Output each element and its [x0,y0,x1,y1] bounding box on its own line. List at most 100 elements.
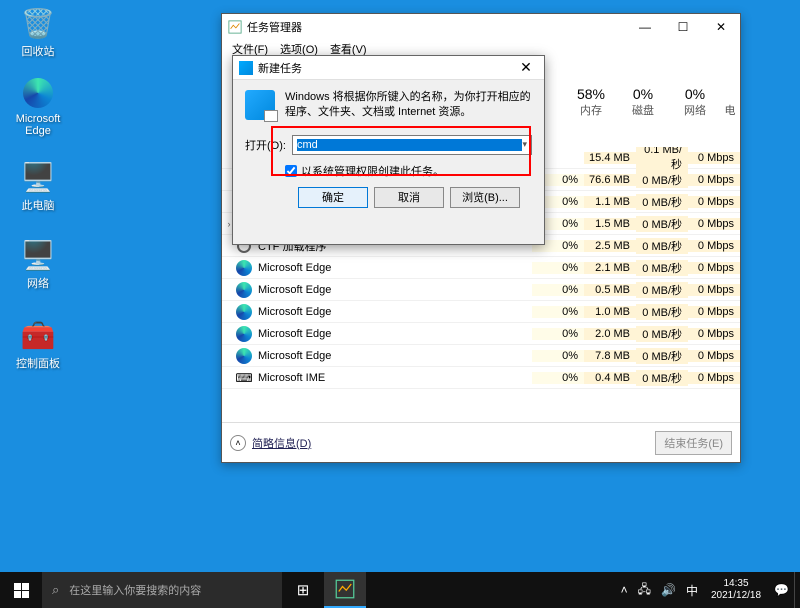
run-dialog: 新建任务 ✕ Windows 将根据你所键入的名称，为你打开相应的程序、文件夹、… [232,55,545,245]
run-dialog-titlebar[interactable]: 新建任务 ✕ [233,56,544,80]
desktop-icon-control-panel[interactable]: 🧰控制面板 [10,318,66,371]
cell-mem: 1.5 MB [584,218,636,230]
cell-mem: 0.4 MB [584,372,636,384]
task-manager-icon [335,579,355,599]
taskbar-app-taskmgr[interactable] [324,572,366,608]
run-dialog-title: 新建任务 [258,60,508,76]
taskbar-clock[interactable]: 14:352021/12/18 [703,578,769,602]
col-power[interactable]: 电 [721,84,739,120]
system-tray: ˄ 🖧 🔊 中 14:352021/12/18 💬 [616,572,800,608]
cell-cpu: 0% [532,328,584,340]
search-placeholder: 在这里输入你要搜索的内容 [69,582,201,598]
recycle-bin-icon: 🗑️ [21,6,55,40]
edge-icon [236,304,252,320]
cell-mem: 1.1 MB [584,196,636,208]
edge-icon [236,348,252,364]
open-label: 打开(O): [245,137,286,153]
end-task-button[interactable]: 结束任务(E) [655,431,732,455]
open-input[interactable] [297,139,523,151]
cell-net: 0 Mbps [688,174,740,186]
col-disk[interactable]: 0%磁盘 [617,84,669,120]
cell-disk: 0.1 MB/秒 [636,147,688,172]
notification-button[interactable]: 💬 [769,583,794,597]
cell-mem: 2.0 MB [584,328,636,340]
browse-button[interactable]: 浏览(B)... [450,187,520,208]
cell-mem: 7.8 MB [584,350,636,362]
process-name: Microsoft Edge [256,306,532,318]
network-icon: 🖥️ [21,238,55,272]
table-row[interactable]: Microsoft Edge0%1.0 MB0 MB/秒0 Mbps [222,301,740,323]
cell-cpu: 0% [532,284,584,296]
task-manager-titlebar[interactable]: 任务管理器 — ☐ ✕ [222,14,740,39]
task-manager-title: 任务管理器 [247,19,626,35]
admin-checkbox[interactable] [285,165,297,177]
process-name: Microsoft Edge [256,262,532,274]
show-desktop-button[interactable] [794,572,800,608]
cell-net: 0 Mbps [688,196,740,208]
tray-chevron-icon[interactable]: ˄ [616,583,633,597]
table-row[interactable]: Microsoft Edge0%0.5 MB0 MB/秒0 Mbps [222,279,740,301]
task-manager-footer: ˄ 简略信息(D) 结束任务(E) [222,422,740,462]
ime-icon: ⌨ [236,370,252,386]
table-row[interactable]: Microsoft Edge0%2.1 MB0 MB/秒0 Mbps [222,257,740,279]
cell-disk: 0 MB/秒 [636,348,688,364]
task-view-button[interactable]: ⊞ [282,572,324,608]
open-combobox[interactable]: ▾ [292,135,532,155]
cell-disk: 0 MB/秒 [636,216,688,232]
fewer-details-link[interactable]: 简略信息(D) [252,435,311,451]
collapse-icon[interactable]: ˄ [230,435,246,451]
windows-logo-icon [14,583,29,598]
col-network[interactable]: 0%网络 [669,84,721,120]
table-row[interactable]: ⌨Microsoft IME0%0.4 MB0 MB/秒0 Mbps [222,367,740,389]
cell-mem: 2.1 MB [584,262,636,274]
edge-icon [236,260,252,276]
cell-net: 0 Mbps [688,306,740,318]
edge-icon [236,326,252,342]
table-row[interactable]: Microsoft Edge0%7.8 MB0 MB/秒0 Mbps [222,345,740,367]
computer-icon: 🖥️ [21,160,55,194]
desktop-icon-edge[interactable]: Microsoft Edge [10,76,66,137]
desktop-icon-network[interactable]: 🖥️网络 [10,238,66,291]
cancel-button[interactable]: 取消 [374,187,444,208]
admin-label: 以系统管理权限创建此任务。 [301,163,444,179]
process-name: Microsoft Edge [256,350,532,362]
tray-network-icon[interactable]: 🖧 [633,580,656,601]
cell-disk: 0 MB/秒 [636,304,688,320]
maximize-button[interactable]: ☐ [664,14,702,39]
taskbar-search[interactable]: ⌕在这里输入你要搜索的内容 [42,572,282,608]
task-manager-icon [228,20,242,34]
cell-disk: 0 MB/秒 [636,172,688,188]
dropdown-icon[interactable]: ▾ [522,139,527,150]
run-close-button[interactable]: ✕ [508,56,544,80]
desktop-icon-recycle-bin[interactable]: 🗑️回收站 [10,6,66,59]
table-row[interactable]: Microsoft Edge0%2.0 MB0 MB/秒0 Mbps [222,323,740,345]
control-panel-icon: 🧰 [21,318,55,352]
edge-icon [236,282,252,298]
start-button[interactable] [0,572,42,608]
desktop-icon-this-pc[interactable]: 🖥️此电脑 [10,160,66,213]
cell-cpu: 0% [532,262,584,274]
cell-mem: 1.0 MB [584,306,636,318]
cell-disk: 0 MB/秒 [636,282,688,298]
tray-ime-icon[interactable]: 中 [681,582,703,599]
edge-icon [21,76,55,110]
cell-mem: 76.6 MB [584,174,636,186]
ok-button[interactable]: 确定 [298,187,368,208]
cell-net: 0 Mbps [688,152,740,164]
col-memory[interactable]: 58%内存 [565,84,617,120]
cell-disk: 0 MB/秒 [636,260,688,276]
cell-net: 0 Mbps [688,328,740,340]
cell-net: 0 Mbps [688,284,740,296]
minimize-button[interactable]: — [626,14,664,39]
cell-net: 0 Mbps [688,350,740,362]
column-headers: 58%内存 0%磁盘 0%网络 电 [565,84,739,120]
process-name: Microsoft Edge [256,328,532,340]
cell-cpu: 0% [532,372,584,384]
close-button[interactable]: ✕ [702,14,740,39]
cell-net: 0 Mbps [688,262,740,274]
tray-volume-icon[interactable]: 🔊 [656,583,681,597]
cell-disk: 0 MB/秒 [636,370,688,386]
cell-disk: 0 MB/秒 [636,326,688,342]
run-dialog-icon [239,61,253,75]
cell-net: 0 Mbps [688,372,740,384]
